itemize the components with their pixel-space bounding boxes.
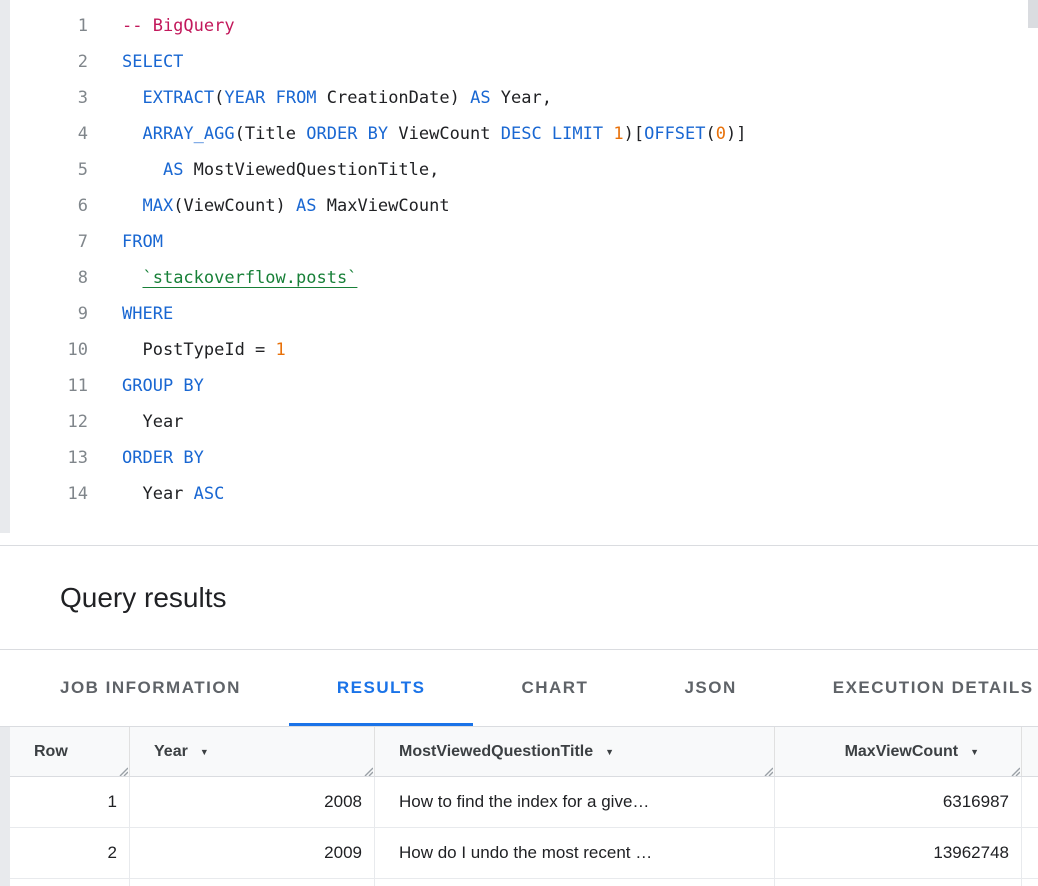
column-header-mostviewedquestiontitle[interactable]: MostViewedQuestionTitle ▼ (375, 727, 775, 776)
code-text: WHERE (122, 296, 173, 332)
tab-results[interactable]: RESULTS (289, 650, 474, 726)
code-text: `stackoverflow.posts` (122, 260, 357, 296)
code-text: Year (122, 404, 183, 440)
cell-year: 2009 (130, 828, 375, 878)
column-header-year[interactable]: Year ▼ (130, 727, 375, 776)
code-text: GROUP BY (122, 368, 204, 404)
tab-job-information[interactable]: JOB INFORMATION (12, 650, 289, 726)
code-text: MAX(ViewCount) AS MaxViewCount (122, 188, 450, 224)
tab-json[interactable]: JSON (636, 650, 784, 726)
code-line[interactable]: 5 AS MostViewedQuestionTitle, (0, 152, 1024, 188)
tab-execution-details[interactable]: EXECUTION DETAILS (785, 650, 1038, 726)
code-text: -- BigQuery (122, 8, 235, 44)
code-line[interactable]: 13 ORDER BY (0, 440, 1024, 476)
line-number: 14 (0, 476, 88, 512)
cell (1022, 777, 1038, 827)
tab-chart[interactable]: CHART (473, 650, 636, 726)
column-header-row[interactable]: Row (10, 727, 130, 776)
table-left-gutter (0, 727, 10, 886)
code-line[interactable]: 8 `stackoverflow.posts` (0, 260, 1024, 296)
cell-mostviewedquestiontitle (375, 879, 775, 886)
results-tbody: 12008How to find the index for a give…63… (0, 777, 1038, 886)
table-row-partial (10, 879, 1038, 886)
cell (1022, 879, 1038, 886)
column-dropdown-arrow-icon[interactable]: ▼ (970, 747, 979, 757)
code-line[interactable]: 4 ARRAY_AGG(Title ORDER BY ViewCount DES… (0, 116, 1024, 152)
code-text: ORDER BY (122, 440, 204, 476)
cell-row: 1 (10, 777, 130, 827)
code-text: EXTRACT(YEAR FROM CreationDate) AS Year, (122, 80, 552, 116)
line-number: 8 (0, 260, 88, 296)
line-number: 3 (0, 80, 88, 116)
code-line[interactable]: 1 -- BigQuery (0, 8, 1024, 44)
column-resize-handle-icon[interactable] (116, 763, 128, 775)
code-text: SELECT (122, 44, 183, 80)
query-results-header: Query results (0, 546, 1038, 650)
cell-year: 2008 (130, 777, 375, 827)
line-number: 2 (0, 44, 88, 80)
results-table: RowYear▼MostViewedQuestionTitle▼MaxViewC… (0, 727, 1038, 886)
results-tabs: JOB INFORMATIONRESULTSCHARTJSONEXECUTION… (0, 650, 1038, 727)
cell-year (130, 879, 375, 886)
line-number: 1 (0, 8, 88, 44)
code-line[interactable]: 10 PostTypeId = 1 (0, 332, 1024, 368)
line-number: 6 (0, 188, 88, 224)
code-line[interactable]: 3 EXTRACT(YEAR FROM CreationDate) AS Yea… (0, 80, 1024, 116)
query-results-title: Query results (60, 582, 227, 614)
code-line[interactable]: 14 Year ASC (0, 476, 1024, 512)
code-line[interactable]: 2 SELECT (0, 44, 1024, 80)
line-number: 13 (0, 440, 88, 476)
cell (1022, 828, 1038, 878)
line-number: 12 (0, 404, 88, 440)
column-label: MaxViewCount (845, 743, 959, 761)
code-text: AS MostViewedQuestionTitle, (122, 152, 439, 188)
cell-row (10, 879, 130, 886)
column-header[interactable] (1022, 727, 1038, 776)
line-number: 7 (0, 224, 88, 260)
code-line[interactable]: 7 FROM (0, 224, 1024, 260)
sql-editor-panel: 1-- BigQuery2SELECT3 EXTRACT(YEAR FROM C… (0, 0, 1038, 546)
code-text: Year ASC (122, 476, 224, 512)
line-number: 10 (0, 332, 88, 368)
cell-maxviewcount: 13962748 (775, 828, 1022, 878)
line-number: 9 (0, 296, 88, 332)
column-resize-handle-icon[interactable] (761, 763, 773, 775)
column-dropdown-arrow-icon[interactable]: ▼ (200, 747, 209, 757)
code-text: ARRAY_AGG(Title ORDER BY ViewCount DESC … (122, 116, 747, 152)
cell-row: 2 (10, 828, 130, 878)
line-number: 11 (0, 368, 88, 404)
editor-scrollbar-thumb[interactable] (1028, 0, 1038, 28)
code-lines: 1-- BigQuery2SELECT3 EXTRACT(YEAR FROM C… (0, 8, 1024, 512)
code-line[interactable]: 6 MAX(ViewCount) AS MaxViewCount (0, 188, 1024, 224)
code-line[interactable]: 12 Year (0, 404, 1024, 440)
code-text: FROM (122, 224, 163, 260)
code-text: PostTypeId = 1 (122, 332, 286, 368)
column-dropdown-arrow-icon[interactable]: ▼ (605, 747, 614, 757)
cell-maxviewcount: 6316987 (775, 777, 1022, 827)
line-number: 4 (0, 116, 88, 152)
code-line[interactable]: 11 GROUP BY (0, 368, 1024, 404)
column-label: Year (154, 743, 188, 761)
cell-mostviewedquestiontitle: How to find the index for a give… (375, 777, 775, 827)
results-table-header: RowYear▼MostViewedQuestionTitle▼MaxViewC… (10, 727, 1038, 777)
cell-mostviewedquestiontitle: How do I undo the most recent … (375, 828, 775, 878)
table-row: 12008How to find the index for a give…63… (10, 777, 1038, 828)
column-header-maxviewcount[interactable]: MaxViewCount ▼ (775, 727, 1022, 776)
column-resize-handle-icon[interactable] (361, 763, 373, 775)
table-row: 22009How do I undo the most recent …1396… (10, 828, 1038, 879)
column-label: Row (34, 743, 68, 761)
code-line[interactable]: 9 WHERE (0, 296, 1024, 332)
column-label: MostViewedQuestionTitle (399, 743, 593, 761)
cell-maxviewcount (775, 879, 1022, 886)
column-resize-handle-icon[interactable] (1008, 763, 1020, 775)
line-number: 5 (0, 152, 88, 188)
